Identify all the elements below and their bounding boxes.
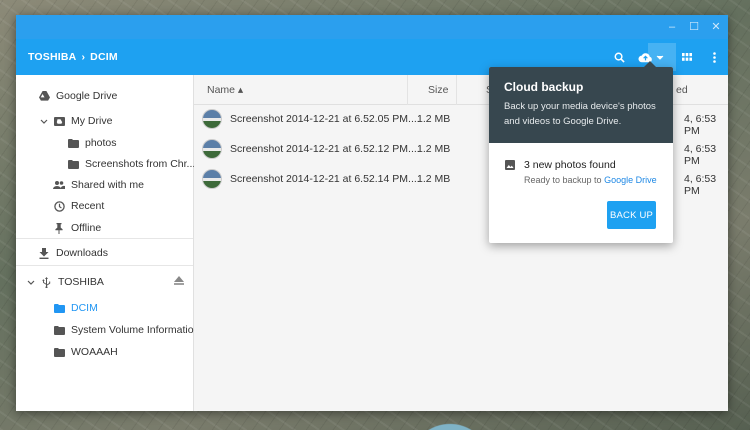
sidebar-item-dcim[interactable]: DCIM [53, 298, 98, 318]
image-thumbnail [202, 139, 222, 159]
sidebar-item-label: Downloads [56, 247, 108, 259]
title-bar: – ☐ ✕ [16, 15, 728, 39]
sidebar-item-label: System Volume Information [71, 324, 200, 336]
folder-icon [53, 324, 65, 336]
breadcrumb-dcim[interactable]: DCIM [90, 51, 118, 63]
file-size: 1.2 MB [417, 143, 451, 155]
popup-description: Back up your media device's photos and v… [504, 101, 656, 127]
image-thumbnail [202, 109, 222, 129]
search-icon[interactable] [610, 48, 628, 66]
folder-icon [53, 302, 65, 314]
sidebar-item-label: My Drive [71, 115, 113, 127]
column-name[interactable]: Name ▴ [207, 84, 243, 96]
column-size[interactable]: Size [428, 84, 448, 96]
chevron-down-icon[interactable] [38, 115, 50, 127]
popup-body: 3 new photos found Ready to backup to Go… [489, 143, 673, 243]
sidebar-item-offline[interactable]: Offline [53, 218, 101, 238]
column-date[interactable]: ed [676, 84, 688, 96]
popup-header: Cloud backup Back up your media device's… [489, 67, 673, 143]
file-name: Screenshot 2014-12-21 at 6.52.14 PM.... [230, 173, 420, 185]
sidebar-item-photos[interactable]: photos [67, 133, 117, 153]
eject-icon[interactable] [174, 276, 184, 288]
sidebar-item-google-drive[interactable]: Google Drive [38, 86, 117, 106]
file-date: 4, 6:53 PM [684, 143, 717, 167]
breadcrumb-toshiba[interactable]: TOSHIBA [28, 51, 76, 63]
photos-found-notice: 3 new photos found Ready to backup to Go… [505, 159, 657, 185]
sidebar-item-label: TOSHIBA [58, 276, 104, 288]
sidebar-item-label: photos [85, 137, 117, 149]
people-icon [53, 179, 65, 191]
breadcrumb: TOSHIBA › DCIM [28, 51, 118, 63]
cloud-backup-popup: Cloud backup Back up your media device's… [489, 61, 673, 243]
sidebar-item-label: WOAAAH [71, 346, 118, 358]
google-drive-icon [38, 90, 50, 102]
file-size: 1.2 MB [417, 113, 451, 125]
file-date: 4, 6:53 PM [684, 113, 717, 137]
sidebar-item-woaaah[interactable]: WOAAAH [53, 342, 118, 362]
sidebar-item-system-volume[interactable]: System Volume Information [53, 320, 199, 340]
close-button[interactable]: ✕ [708, 19, 724, 35]
usb-icon [40, 276, 52, 288]
subtitle-prefix: Ready to backup to [524, 175, 605, 185]
sidebar-item-label: Recent [71, 200, 105, 212]
file-size: 1.2 MB [417, 173, 451, 185]
google-drive-link[interactable]: Google Drive [604, 175, 657, 185]
folder-icon [67, 137, 79, 149]
folder-icon [67, 158, 79, 170]
file-date: 4, 6:53 PM [684, 173, 717, 197]
more-vert-icon[interactable] [705, 48, 723, 66]
column-separator [407, 75, 408, 105]
sidebar-item-label: DCIM [71, 302, 98, 314]
sidebar-item-screenshots[interactable]: Screenshots from Chr... [67, 154, 195, 174]
sidebar: Google Drive My Drive photos Screenshots… [16, 75, 199, 411]
back-up-button[interactable]: BACK UP [607, 201, 656, 229]
clock-icon [53, 200, 65, 212]
image-icon [505, 160, 515, 173]
photos-found-subtitle: Ready to backup to Google Drive [524, 175, 657, 185]
column-separator [456, 75, 457, 105]
sidebar-item-my-drive[interactable]: My Drive [38, 111, 112, 131]
maximize-button[interactable]: ☐ [686, 19, 702, 35]
minimize-button[interactable]: – [664, 19, 680, 35]
grid-view-icon[interactable] [678, 48, 696, 66]
popup-title: Cloud backup [504, 80, 584, 94]
sidebar-item-label: Shared with me [71, 179, 144, 191]
sidebar-item-downloads[interactable]: Downloads [38, 243, 108, 263]
pin-icon [53, 222, 65, 234]
file-name: Screenshot 2014-12-21 at 6.52.12 PM.... [230, 143, 420, 155]
file-name: Screenshot 2014-12-21 at 6.52.05 PM.... [230, 113, 420, 125]
sidebar-divider [16, 265, 193, 266]
sidebar-item-label: Offline [71, 222, 102, 234]
breadcrumb-separator: › [81, 51, 86, 63]
chevron-down-icon[interactable] [25, 276, 37, 288]
folder-icon [53, 346, 65, 358]
photos-found-title: 3 new photos found [524, 159, 616, 171]
sidebar-item-label: Google Drive [56, 90, 118, 102]
sidebar-item-shared[interactable]: Shared with me [53, 175, 144, 195]
sidebar-item-recent[interactable]: Recent [53, 196, 104, 216]
sidebar-item-label: Screenshots from Chr... [85, 158, 196, 170]
sidebar-item-toshiba[interactable]: TOSHIBA [25, 272, 104, 292]
download-icon [38, 247, 50, 259]
image-thumbnail [202, 169, 222, 189]
sidebar-divider [16, 238, 193, 239]
my-drive-icon [53, 115, 65, 127]
